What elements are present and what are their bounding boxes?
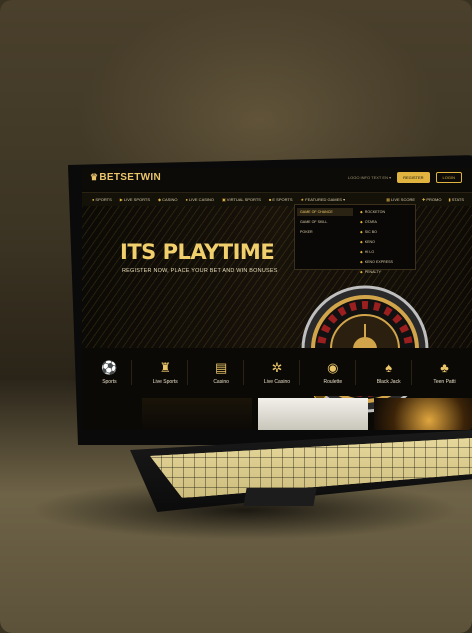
hero-subtitle: REGISTER NOW, PLACE YOUR BET AND WIN BON… [122, 268, 278, 274]
nav-label: LIVE SCORE [391, 197, 416, 202]
dropdown-item-keno-express[interactable]: ◆ KENO EXPRESS [357, 258, 413, 266]
dropdown-label: SIC BO [364, 230, 377, 234]
nav-item-featured-games[interactable]: ★FEATURED GAMES ▾ [301, 197, 346, 202]
nav-label: LIVE SPORTS [123, 197, 151, 202]
dropdown-item-poker[interactable]: POKER [297, 228, 353, 236]
nav-item-stats[interactable]: ▮STATS [449, 197, 465, 202]
nav-label: VIRTUAL SPORTS [226, 197, 261, 202]
nav-label: STATS [451, 197, 464, 202]
promo-banners [82, 398, 472, 430]
nav-item-live-sports[interactable]: ▶LIVE SPORTS [120, 197, 150, 202]
dropdown-label: ROCKETON [364, 210, 386, 214]
category-bar: ⚽ Sports ♜ Live Sports ▤ Casino ✲ Live Casin… [82, 348, 472, 396]
dropdown-item-game-of-chance[interactable]: GAME OF CHANCE [297, 208, 353, 216]
cards-icon: ◆ [360, 250, 363, 254]
dropdown-label: KENO [364, 240, 375, 244]
nav-item-casino[interactable]: ◆CASINO [158, 197, 177, 202]
category-black-jack[interactable]: ♠ Black Jack [367, 359, 412, 385]
laptop-screen: ♛BETSETWIN LOGO INFO TEXT EN ▾ REGISTER … [82, 168, 472, 430]
soccer-ball-icon: ◆ [360, 270, 363, 274]
rocket-icon: ◆ [360, 210, 363, 214]
game-icon: ◆ [360, 220, 363, 224]
dropdown-item-game-of-skill[interactable]: GAME OF SKILL [297, 218, 353, 226]
soccer-ball-icon: ⚽ [101, 359, 118, 375]
category-live-sports[interactable]: ♜ Live Sports [143, 359, 189, 385]
nav-item-promo[interactable]: ✚PROMO [422, 197, 441, 202]
category-label: Black Jack [376, 378, 401, 385]
category-label: Live Sports [152, 378, 178, 385]
category-label: Casino [213, 378, 229, 385]
category-label: Sports [102, 378, 117, 385]
dropdown-item-sic-bo[interactable]: ◆ SIC BO [357, 228, 413, 236]
roulette-icon: ◉ [327, 359, 339, 375]
nav-label: LIVE CASINO [188, 197, 215, 202]
dropdown-item-hi-lo[interactable]: ◆ HI LO [357, 248, 413, 256]
category-label: Roulette [323, 378, 343, 385]
hero-title: ITS PLAYTIME [120, 240, 275, 264]
dropdown-label: OTARA [364, 220, 377, 224]
laptop-trackpad [243, 488, 317, 506]
nav-item-virtual-sports[interactable]: ▣VIRTUAL SPORTS [222, 197, 261, 202]
brand-logo[interactable]: ♛BETSETWIN [90, 172, 161, 183]
stats-icon: ▮ [448, 197, 451, 202]
score-icon: ▦ [386, 197, 390, 202]
category-label: Teen Patti [433, 378, 456, 385]
live-casino-icon: ● [185, 197, 188, 202]
top-actions: LOGO INFO TEXT EN ▾ REGISTER LOGIN [348, 172, 462, 183]
promo-banner-casino[interactable] [374, 398, 472, 430]
live-icon: ▶ [119, 197, 123, 202]
dropdown-item-otara[interactable]: ◆ OTARA [357, 218, 413, 226]
nav-item-live-score[interactable]: ▦LIVE SCORE [386, 197, 415, 202]
crown-icon: ♛ [90, 172, 99, 182]
login-button[interactable]: LOGIN [435, 172, 462, 183]
featured-games-dropdown: GAME OF CHANCE GAME OF SKILL POKER ◆ ROCK… [294, 204, 416, 274]
category-label: Live Casino [263, 378, 291, 385]
category-roulette[interactable]: ◉ Roulette [311, 359, 356, 385]
dropdown-item-keno[interactable]: ◆ KENO [357, 238, 413, 246]
nav-label: E SPORTS [272, 197, 293, 202]
category-casino[interactable]: ▤ Casino [199, 359, 245, 385]
slot-machine-icon: ▤ [214, 359, 228, 375]
casino-icon: ◆ [158, 197, 162, 202]
cards-fan-icon: ♣ [440, 359, 449, 375]
category-teen-patti[interactable]: ♣ Teen Patti [422, 360, 466, 385]
dropdown-item-rocketon[interactable]: ◆ ROCKETON [357, 208, 413, 216]
promo-banner-sports[interactable] [258, 398, 368, 430]
gift-icon: ✚ [422, 197, 426, 202]
dropdown-label: PENALTY [364, 270, 381, 274]
dropdown-label: HI LO [364, 250, 375, 254]
category-live-casino[interactable]: ✲ Live Casino [255, 359, 300, 385]
language-selector[interactable]: LOGO INFO TEXT EN ▾ [348, 175, 391, 180]
virtual-icon: ▣ [222, 197, 226, 202]
nav-label: SPORTS [95, 197, 112, 202]
nav-label: FEATURED GAMES ▾ [305, 197, 346, 202]
nav-item-sports[interactable]: ●SPORTS [92, 197, 112, 202]
promo-banner-bonus[interactable] [142, 398, 252, 430]
register-button[interactable]: REGISTER [397, 172, 430, 183]
keno-icon: ◆ [360, 240, 363, 244]
brand-name: BETSETWIN [99, 172, 161, 183]
nav-label: CASINO [162, 197, 178, 202]
dice-icon: ◆ [360, 230, 363, 234]
top-bar: ♛BETSETWIN LOGO INFO TEXT EN ▾ REGISTER … [82, 168, 472, 190]
trophy-icon: ♜ [159, 359, 172, 375]
nav-label: PROMO [426, 197, 442, 202]
poker-chip-icon: ✲ [271, 359, 283, 375]
dropdown-label: KENO EXPRESS [364, 260, 393, 264]
nav-item-live-casino[interactable]: ●LIVE CASINO [185, 197, 214, 202]
star-icon: ★ [300, 197, 305, 202]
category-sports[interactable]: ⚽ Sports [87, 359, 133, 385]
keno-icon: ◆ [360, 260, 363, 264]
cards-icon: ♠ [385, 359, 393, 375]
nav-item-e-sports[interactable]: ■E SPORTS [269, 197, 293, 202]
dropdown-item-penalty[interactable]: ◆ PENALTY [357, 268, 413, 276]
